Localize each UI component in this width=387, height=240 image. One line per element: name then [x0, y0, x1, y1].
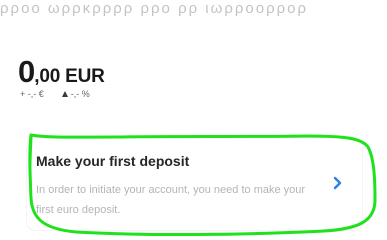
change-amount: + -,- €: [20, 89, 44, 99]
change-amount-text: + -,- €: [20, 89, 44, 99]
account-overview: ρρoο ωρρκρρρρ ρρο ρρ ιωρροορρορ 0 ,00 EU…: [0, 0, 387, 240]
first-deposit-card[interactable]: Make your first deposit In order to init…: [27, 138, 362, 230]
faded-header-text: ρρoο ωρρκρρρρ ρρο ρρ ιωρροορρορ: [0, 0, 309, 17]
change-percent-text: -,- %: [70, 89, 90, 99]
triangle-up-icon: [61, 91, 68, 97]
performance-stats: + -,- € -,- %: [20, 86, 90, 102]
balance: 0 ,00 EUR: [18, 55, 105, 89]
balance-main: 0: [18, 54, 35, 89]
card-title: Make your first deposit: [36, 153, 190, 169]
card-description: In order to initiate your account, you n…: [36, 184, 306, 216]
change-percent: -,- %: [61, 89, 90, 99]
chevron-right-icon[interactable]: [332, 176, 344, 190]
